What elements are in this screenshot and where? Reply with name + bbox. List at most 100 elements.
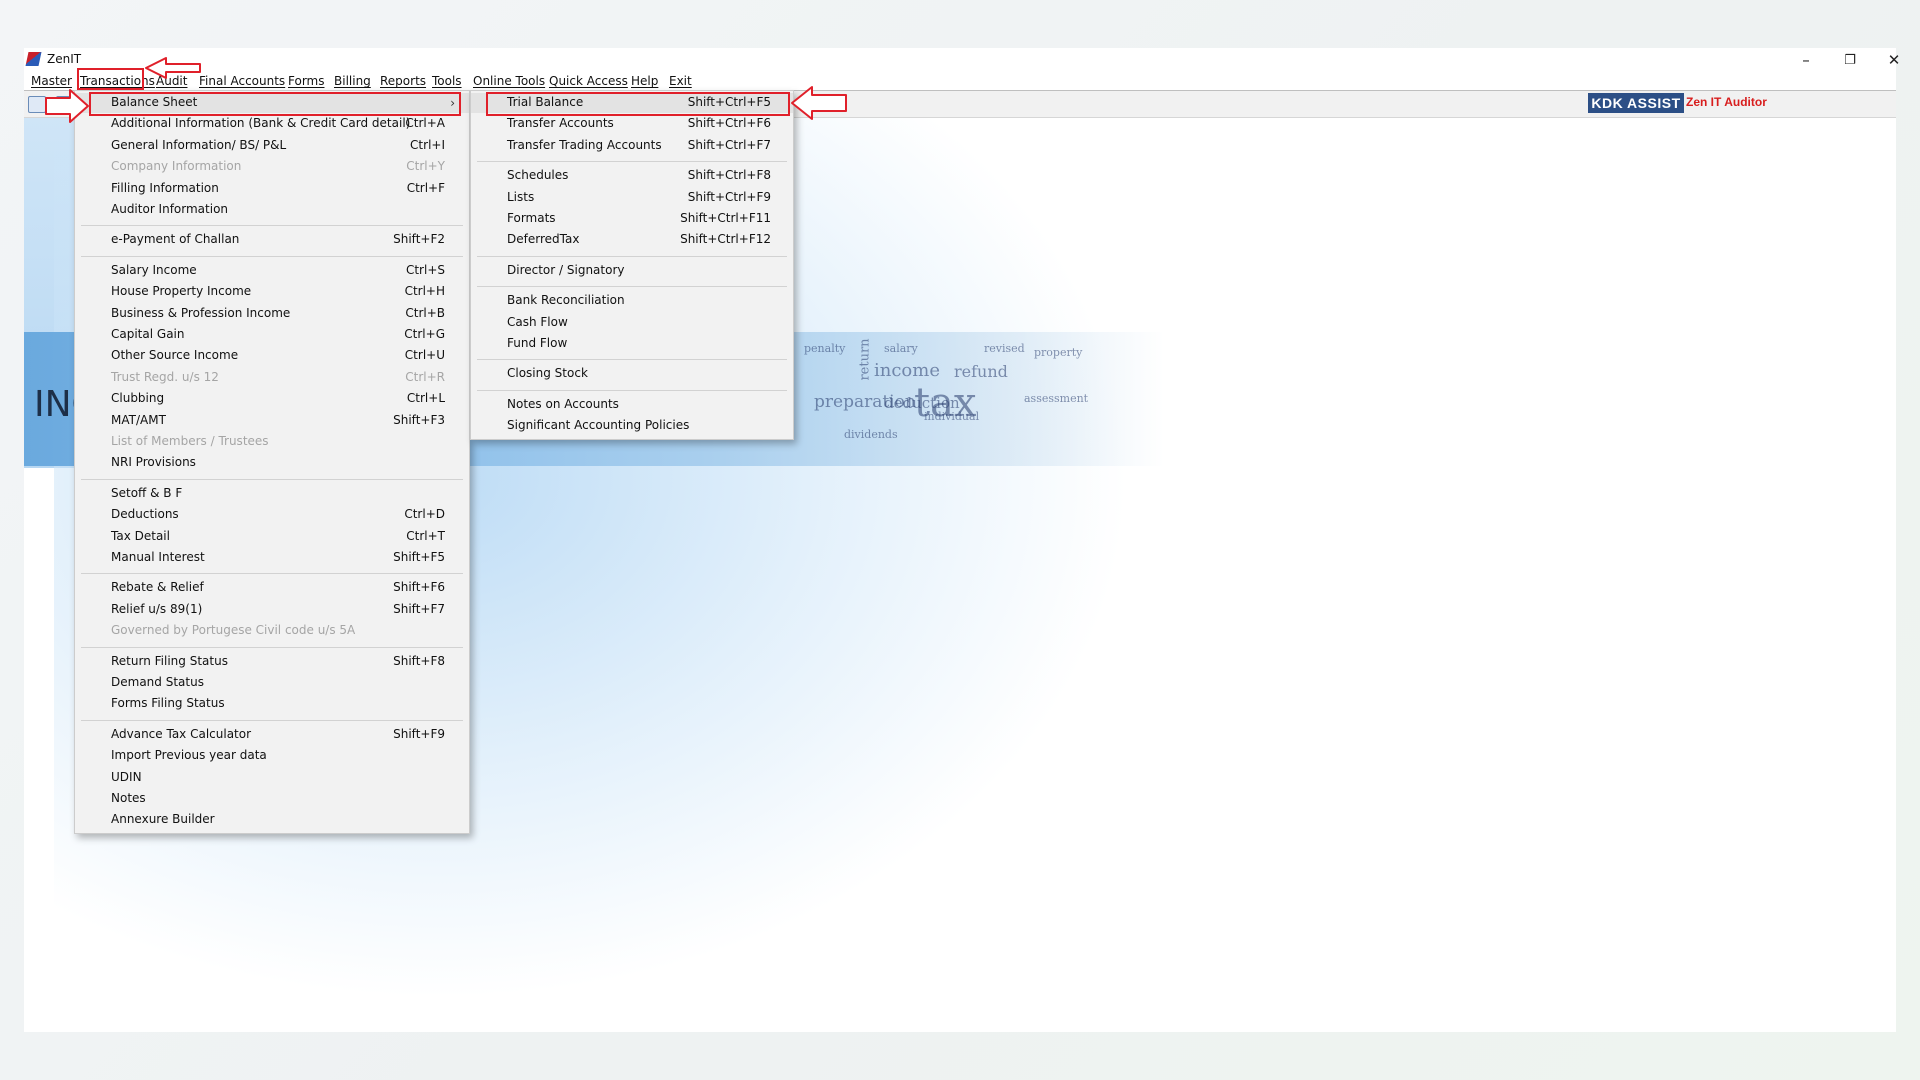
menu-item-import-previous-year-data[interactable]: Import Previous year data — [75, 746, 469, 766]
menu-item-advance-tax-calculator[interactable]: Advance Tax Calculator Shift+F9 — [75, 725, 469, 745]
menu-item-shortcut: Ctrl+T — [406, 528, 445, 543]
menu-item-lists[interactable]: Lists Shift+Ctrl+F9 — [471, 188, 793, 208]
menu-item-label: e-Payment of Challan — [111, 232, 240, 247]
menu-item-formats[interactable]: Formats Shift+Ctrl+F11 — [471, 209, 793, 229]
menu-item-tax-detail[interactable]: Tax Detail Ctrl+T — [75, 527, 469, 547]
menu-item-transfer-trading-accounts[interactable]: Transfer Trading Accounts Shift+Ctrl+F7 — [471, 136, 793, 156]
menu-item-salary-income[interactable]: Salary Income Ctrl+S — [75, 261, 469, 281]
menu-item-label: Filling Information — [111, 180, 219, 195]
menu-item-shortcut: Ctrl+B — [405, 305, 445, 320]
menu-item-bank-reconciliation[interactable]: Bank Reconciliation — [471, 291, 793, 311]
menu-item-annexure-builder[interactable]: Annexure Builder — [75, 810, 469, 830]
zen-it-auditor-label: Zen IT Auditor — [1686, 95, 1767, 109]
restore-button[interactable]: ❐ — [1828, 48, 1872, 72]
close-button[interactable]: ✕ — [1872, 48, 1916, 72]
menu-reports[interactable]: Reports — [380, 74, 426, 88]
menu-item-business-and-profession-income[interactable]: Business & Profession Income Ctrl+B — [75, 304, 469, 324]
menu-item-shortcut: Ctrl+Y — [406, 159, 445, 174]
menu-item-shortcut: Shift+F7 — [393, 601, 445, 616]
menu-item-label: DeferredTax — [507, 232, 580, 247]
menu-item-shortcut: Shift+F8 — [393, 653, 445, 668]
menu-item-transfer-accounts[interactable]: Transfer Accounts Shift+Ctrl+F6 — [471, 114, 793, 134]
menu-item-rebate-and-relief[interactable]: Rebate & Relief Shift+F6 — [75, 578, 469, 598]
menu-item-shortcut: Ctrl+G — [404, 327, 445, 341]
menu-item-trial-balance[interactable]: Trial Balance Shift+Ctrl+F5 — [471, 93, 793, 113]
menu-item-house-property-income[interactable]: House Property Income Ctrl+H — [75, 282, 469, 302]
menu-item-general-information-bs-pandl[interactable]: General Information/ BS/ P&L Ctrl+I — [75, 136, 469, 156]
menu-master[interactable]: Master — [31, 74, 72, 88]
menu-item-label: Formats — [507, 211, 556, 225]
menu-tools[interactable]: Tools — [432, 74, 462, 88]
menu-item-label: Business & Profession Income — [111, 305, 291, 320]
menu-item-manual-interest[interactable]: Manual Interest Shift+F5 — [75, 548, 469, 568]
banner-word: revised — [984, 342, 1025, 355]
menu-item-return-filing-status[interactable]: Return Filing Status Shift+F8 — [75, 652, 469, 672]
menu-item-trust-regd-u-s-12: Trust Regd. u/s 12 Ctrl+R — [75, 368, 469, 388]
menu-item-auditor-information[interactable]: Auditor Information — [75, 200, 469, 220]
menu-item-e-payment-of-challan[interactable]: e-Payment of Challan Shift+F2 — [75, 230, 469, 250]
document-icon[interactable] — [28, 96, 46, 113]
menu-item-label: Fund Flow — [507, 336, 568, 350]
menu-item-balance-sheet[interactable]: Balance Sheet › — [75, 93, 469, 113]
menu-item-mat-amt[interactable]: MAT/AMT Shift+F3 — [75, 411, 469, 431]
minimize-button[interactable]: – — [1784, 48, 1828, 72]
menu-item-label: Schedules — [507, 168, 569, 183]
menu-item-governed-by-portugese-civil-code-u-s-5a: Governed by Portugese Civil code u/s 5A — [75, 621, 469, 641]
banner-word: dividends — [844, 428, 898, 441]
menu-item-fund-flow[interactable]: Fund Flow — [471, 334, 793, 354]
menu-item-company-information: Company Information Ctrl+Y — [75, 157, 469, 177]
menu-help[interactable]: Help — [631, 74, 658, 88]
menu-item-label: Closing Stock — [507, 366, 588, 381]
menu-transactions[interactable]: Transactions — [80, 74, 155, 88]
menu-item-filling-information[interactable]: Filling Information Ctrl+F — [75, 179, 469, 199]
menu-separator — [81, 646, 463, 648]
menu-item-deferredtax[interactable]: DeferredTax Shift+Ctrl+F12 — [471, 230, 793, 250]
menu-item-demand-status[interactable]: Demand Status — [75, 673, 469, 693]
menu-separator — [477, 286, 787, 288]
menu-item-label: Deductions — [111, 507, 179, 522]
menu-item-label: Import Previous year data — [111, 748, 267, 763]
menu-audit[interactable]: Audit — [156, 74, 187, 88]
menu-item-shortcut: Ctrl+H — [404, 284, 445, 299]
menu-item-nri-provisions[interactable]: NRI Provisions — [75, 453, 469, 473]
menu-item-shortcut: Shift+F9 — [393, 726, 445, 741]
menu-item-label: Clubbing — [111, 391, 165, 406]
zenit-logo-icon — [25, 52, 42, 66]
menu-item-label: Director / Signatory — [507, 262, 625, 277]
menu-item-udin[interactable]: UDIN — [75, 768, 469, 788]
menu-item-notes[interactable]: Notes — [75, 789, 469, 809]
menu-final-accounts[interactable]: Final Accounts — [199, 74, 285, 88]
menu-item-schedules[interactable]: Schedules Shift+Ctrl+F8 — [471, 166, 793, 186]
menu-item-list-of-members-trustees: List of Members / Trustees — [75, 432, 469, 452]
menu-forms[interactable]: Forms — [288, 74, 324, 88]
menu-item-director-signatory[interactable]: Director / Signatory — [471, 261, 793, 281]
menu-item-shortcut: Shift+Ctrl+F5 — [687, 95, 771, 109]
menu-item-notes-on-accounts[interactable]: Notes on Accounts — [471, 395, 793, 415]
menu-item-closing-stock[interactable]: Closing Stock — [471, 364, 793, 384]
menu-item-label: Governed by Portugese Civil code u/s 5A — [111, 623, 356, 638]
menu-item-setoff-and-b-f[interactable]: Setoff & B F — [75, 484, 469, 504]
menu-billing[interactable]: Billing — [334, 74, 371, 88]
chevron-right-icon: › — [450, 96, 455, 110]
menu-item-label: Transfer Trading Accounts — [507, 137, 662, 152]
menu-item-deductions[interactable]: Deductions Ctrl+D — [75, 505, 469, 525]
menu-quick-access[interactable]: Quick Access — [549, 74, 628, 88]
menu-item-other-source-income[interactable]: Other Source Income Ctrl+U — [75, 346, 469, 366]
menu-item-additional-information-bank-and-credit-card-detail[interactable]: Additional Information (Bank & Credit Ca… — [75, 114, 469, 134]
menu-item-shortcut: Shift+F2 — [393, 232, 445, 247]
menu-item-significant-accounting-policies[interactable]: Significant Accounting Policies — [471, 416, 793, 436]
home-icon[interactable] — [56, 96, 74, 113]
kdk-assist-badge[interactable]: KDK ASSIST — [1588, 93, 1684, 113]
menu-item-clubbing[interactable]: Clubbing Ctrl+L — [75, 389, 469, 409]
menu-item-shortcut: Ctrl+F — [406, 180, 445, 195]
menu-exit[interactable]: Exit — [669, 74, 692, 88]
menu-item-label: Trust Regd. u/s 12 — [111, 369, 219, 384]
menu-item-label: House Property Income — [111, 284, 252, 299]
menu-online-tools[interactable]: Online Tools — [473, 74, 545, 88]
menu-item-capital-gain[interactable]: Capital Gain Ctrl+G — [75, 325, 469, 345]
menu-item-label: Lists — [507, 189, 535, 204]
menu-item-relief-u-s-89-1[interactable]: Relief u/s 89(1) Shift+F7 — [75, 600, 469, 620]
menu-item-cash-flow[interactable]: Cash Flow — [471, 313, 793, 333]
menu-item-forms-filing-status[interactable]: Forms Filing Status — [75, 694, 469, 714]
menu-separator — [477, 389, 787, 391]
